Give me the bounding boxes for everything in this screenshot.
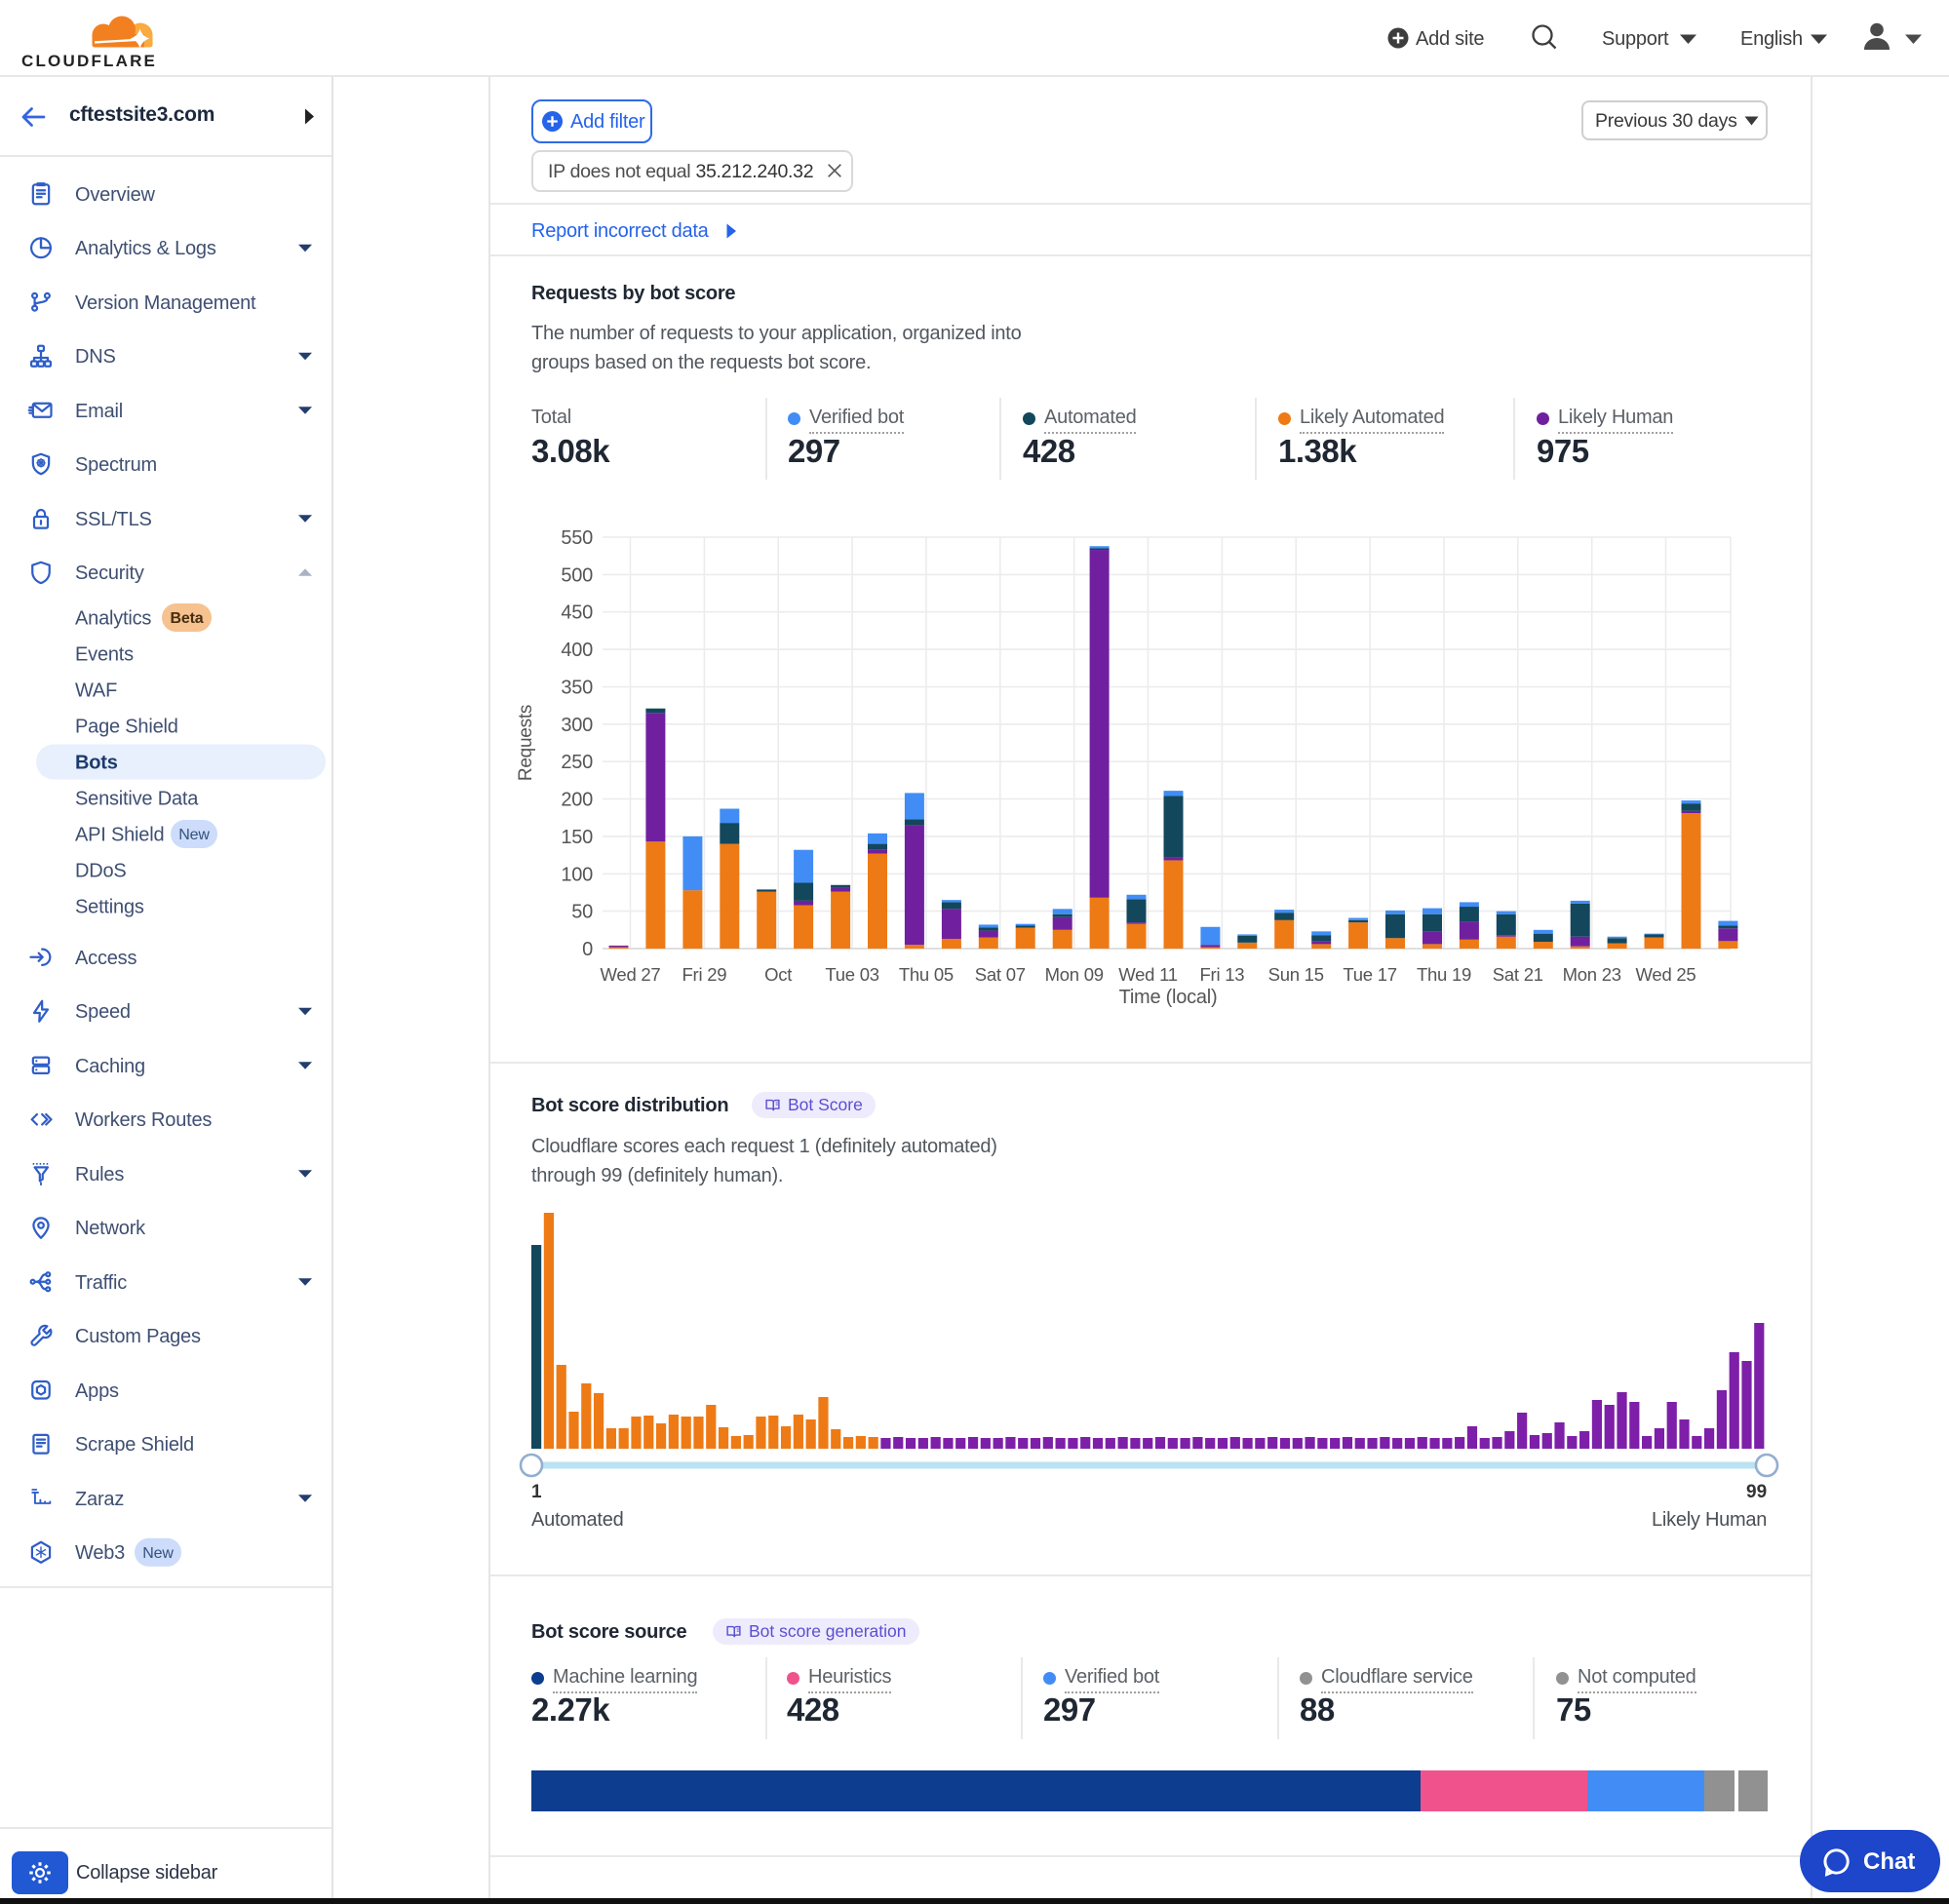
svg-text:New: New bbox=[142, 1545, 174, 1562]
svg-text:Web3: Web3 bbox=[75, 1542, 125, 1564]
